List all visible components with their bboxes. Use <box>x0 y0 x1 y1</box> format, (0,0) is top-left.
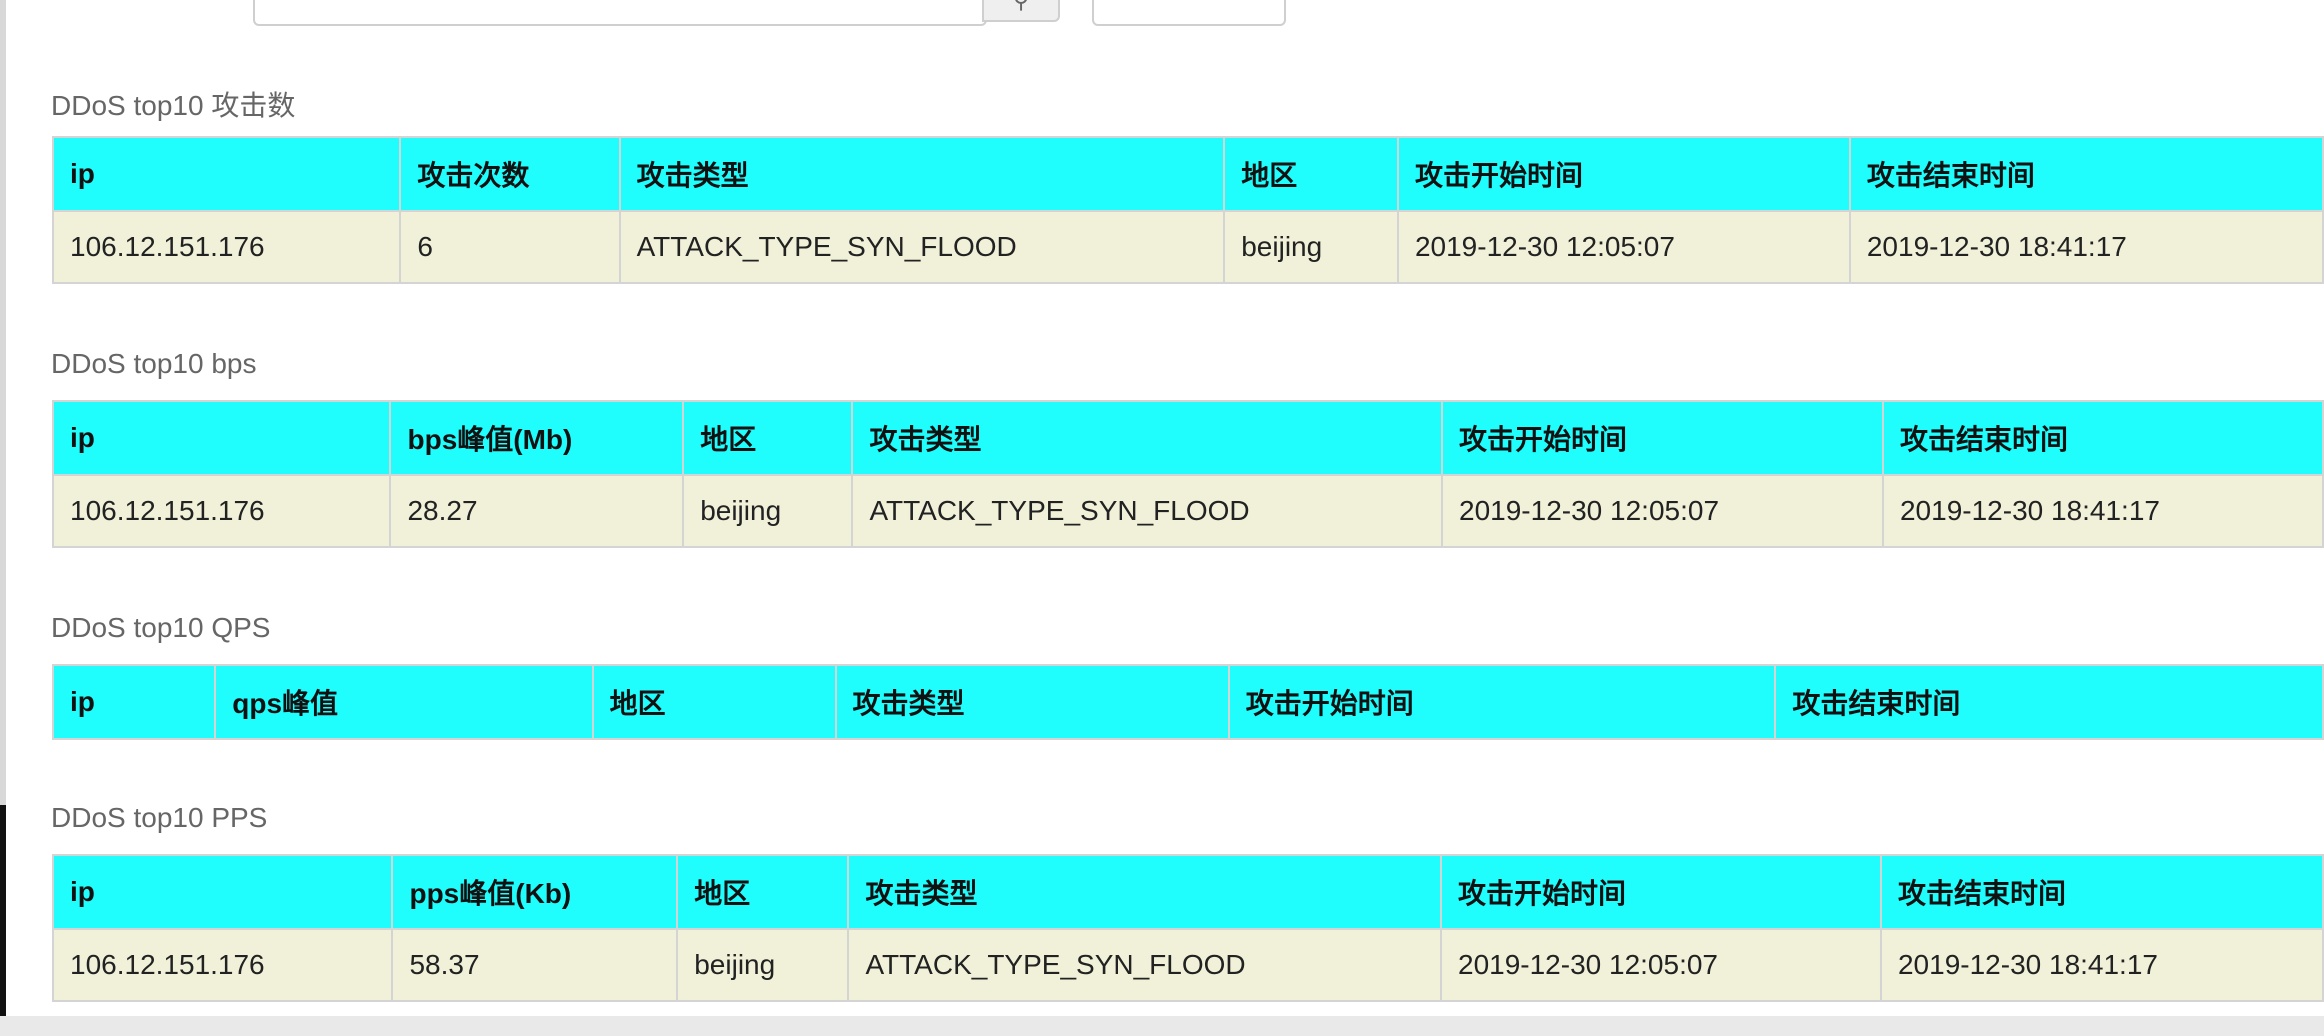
cell-attack-type: ATTACK_TYPE_SYN_FLOOD <box>851 474 1444 548</box>
cell-attack-type: ATTACK_TYPE_SYN_FLOOD <box>847 928 1442 1002</box>
column-header-attack-type[interactable]: 攻击类型 <box>618 136 1226 212</box>
column-header-start-time[interactable]: 攻击开始时间 <box>1396 136 1851 212</box>
cell-start-time: 2019-12-30 12:05:07 <box>1441 474 1884 548</box>
column-header-end-time[interactable]: 攻击结束时间 <box>1848 136 2324 212</box>
section-title-qps: DDoS top10 QPS <box>51 612 271 643</box>
column-header-ip[interactable]: ip <box>51 854 394 930</box>
cell-region: beijing <box>1223 210 1399 284</box>
column-header-region[interactable]: 地区 <box>676 854 850 930</box>
column-header-region[interactable]: 地区 <box>591 664 837 740</box>
cell-ip: 106.12.151.176 <box>51 928 394 1002</box>
column-header-qps-peak[interactable]: qps峰值 <box>214 664 594 740</box>
column-header-start-time[interactable]: 攻击开始时间 <box>1227 664 1777 740</box>
section-title-attack-count: DDoS top10 攻击数 <box>51 90 296 121</box>
cell-start-time: 2019-12-30 12:05:07 <box>1396 210 1851 284</box>
column-header-end-time[interactable]: 攻击结束时间 <box>1774 664 2324 740</box>
table-row[interactable]: 106.12.151.176 58.37 beijing ATTACK_TYPE… <box>51 928 2324 1002</box>
cell-pps-peak: 58.37 <box>391 928 679 1002</box>
table-attack-count: ip 攻击次数 攻击类型 地区 攻击开始时间 攻击结束时间 106.12.151… <box>51 136 2324 284</box>
column-header-pps-peak[interactable]: pps峰值(Kb) <box>391 854 679 930</box>
column-header-attack-type[interactable]: 攻击类型 <box>834 664 1230 740</box>
table-bps: ip bps峰值(Mb) 地区 攻击类型 攻击开始时间 攻击结束时间 106.1… <box>51 400 2324 548</box>
cell-ip: 106.12.151.176 <box>51 210 402 284</box>
cell-region: beijing <box>682 474 854 548</box>
window-left-edge-dark <box>0 805 6 1036</box>
window-bottom-edge <box>0 1016 2324 1036</box>
column-header-ip[interactable]: ip <box>51 136 402 212</box>
column-header-ip[interactable]: ip <box>51 400 392 476</box>
search-icon: ⚲ <box>1012 0 1030 13</box>
search-input[interactable] <box>253 0 987 26</box>
column-header-ip[interactable]: ip <box>51 664 217 740</box>
column-header-region[interactable]: 地区 <box>682 400 854 476</box>
table-qps: ip qps峰值 地区 攻击类型 攻击开始时间 攻击结束时间 <box>51 664 2324 740</box>
cell-ip: 106.12.151.176 <box>51 474 392 548</box>
cell-start-time: 2019-12-30 12:05:07 <box>1440 928 1882 1002</box>
search-button[interactable]: ⚲ <box>982 0 1060 22</box>
column-header-attack-type[interactable]: 攻击类型 <box>847 854 1442 930</box>
section-title-pps: DDoS top10 PPS <box>51 802 268 833</box>
section-title-bps: DDoS top10 bps <box>51 348 257 379</box>
table-header-row: ip bps峰值(Mb) 地区 攻击类型 攻击开始时间 攻击结束时间 <box>51 400 2324 476</box>
column-header-region[interactable]: 地区 <box>1223 136 1399 212</box>
table-row[interactable]: 106.12.151.176 28.27 beijing ATTACK_TYPE… <box>51 474 2324 548</box>
table-row[interactable]: 106.12.151.176 6 ATTACK_TYPE_SYN_FLOOD b… <box>51 210 2324 284</box>
column-header-end-time[interactable]: 攻击结束时间 <box>1881 400 2324 476</box>
cell-attack-type: ATTACK_TYPE_SYN_FLOOD <box>618 210 1226 284</box>
column-header-end-time[interactable]: 攻击结束时间 <box>1879 854 2324 930</box>
column-header-bps-peak[interactable]: bps峰值(Mb) <box>389 400 685 476</box>
column-header-start-time[interactable]: 攻击开始时间 <box>1440 854 1882 930</box>
table-header-row: ip qps峰值 地区 攻击类型 攻击开始时间 攻击结束时间 <box>51 664 2324 740</box>
table-header-row: ip 攻击次数 攻击类型 地区 攻击开始时间 攻击结束时间 <box>51 136 2324 212</box>
cell-attack-count: 6 <box>399 210 621 284</box>
table-header-row: ip pps峰值(Kb) 地区 攻击类型 攻击开始时间 攻击结束时间 <box>51 854 2324 930</box>
column-header-attack-count[interactable]: 攻击次数 <box>399 136 621 212</box>
cell-end-time: 2019-12-30 18:41:17 <box>1848 210 2324 284</box>
toolbar-button[interactable] <box>1092 0 1286 26</box>
column-header-attack-type[interactable]: 攻击类型 <box>851 400 1444 476</box>
cell-end-time: 2019-12-30 18:41:17 <box>1881 474 2324 548</box>
cell-bps-peak: 28.27 <box>389 474 685 548</box>
table-pps: ip pps峰值(Kb) 地区 攻击类型 攻击开始时间 攻击结束时间 106.1… <box>51 854 2324 1002</box>
cell-end-time: 2019-12-30 18:41:17 <box>1879 928 2324 1002</box>
cell-region: beijing <box>676 928 850 1002</box>
column-header-start-time[interactable]: 攻击开始时间 <box>1441 400 1884 476</box>
